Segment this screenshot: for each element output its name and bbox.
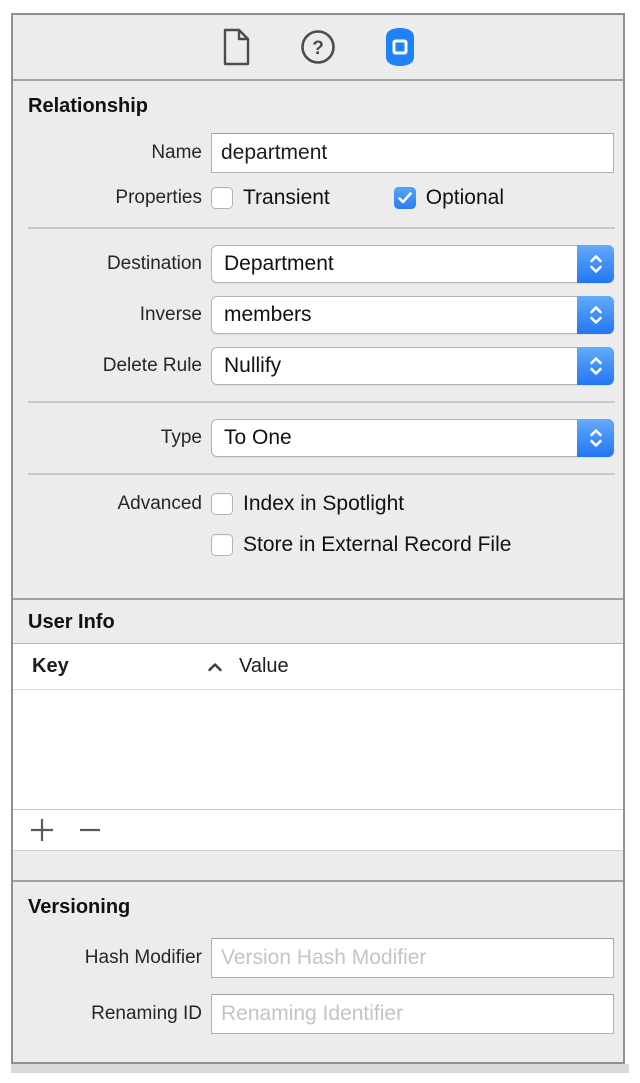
user-info-buttons — [13, 809, 623, 850]
advanced-row-2: Store in External Record File — [13, 532, 623, 558]
delete-rule-value: Nullify — [212, 354, 577, 378]
panel-bottom-shadow — [11, 1064, 629, 1073]
question-mark-circle-icon: ? — [300, 29, 336, 65]
destination-row: Destination Department — [13, 245, 623, 283]
data-model-inspector-panel: ? Relationship Name Properties — [11, 13, 625, 1064]
advanced-row-1: Advanced Index in Spotlight — [13, 491, 623, 517]
divider — [28, 401, 615, 403]
user-info-table-header: Key Value — [13, 643, 623, 690]
delete-rule-popup[interactable]: Nullify — [211, 347, 614, 385]
destination-value: Department — [212, 252, 577, 276]
versioning-section-title: Versioning — [13, 882, 623, 918]
inspector-tab-bar: ? — [13, 15, 623, 81]
name-label: Name — [13, 142, 211, 164]
index-in-spotlight-checkbox[interactable] — [211, 493, 233, 515]
document-icon — [221, 28, 251, 66]
renaming-id-label: Renaming ID — [13, 1003, 211, 1025]
user-info-table-body[interactable] — [13, 690, 623, 809]
quick-help-inspector-tab[interactable]: ? — [296, 25, 340, 69]
add-row-button[interactable] — [25, 815, 59, 845]
minus-icon — [79, 817, 101, 843]
value-column-header[interactable]: Value — [225, 655, 623, 678]
hash-modifier-label: Hash Modifier — [13, 947, 211, 969]
delete-rule-label: Delete Rule — [13, 355, 211, 377]
store-external-record-label: Store in External Record File — [243, 533, 511, 557]
checkmark-icon — [398, 192, 412, 204]
delete-rule-row: Delete Rule Nullify — [13, 347, 623, 385]
optional-label: Optional — [426, 186, 504, 210]
popup-chevrons-icon — [577, 347, 614, 385]
popup-chevrons-icon — [577, 296, 614, 334]
transient-label: Transient — [243, 186, 330, 210]
svg-text:?: ? — [312, 38, 324, 59]
section-spacer — [13, 850, 623, 882]
user-info-title: User Info — [13, 611, 115, 633]
remove-row-button[interactable] — [73, 815, 107, 845]
advanced-label: Advanced — [13, 493, 211, 515]
renaming-id-input[interactable] — [211, 994, 614, 1034]
properties-label: Properties — [13, 187, 211, 209]
hash-modifier-input[interactable] — [211, 938, 614, 978]
name-input[interactable] — [211, 133, 614, 173]
plus-icon — [29, 817, 55, 843]
optional-checkbox[interactable] — [394, 187, 416, 209]
inverse-label: Inverse — [13, 304, 211, 326]
renaming-id-row: Renaming ID — [13, 994, 623, 1034]
divider — [28, 227, 615, 229]
type-label: Type — [13, 427, 211, 449]
transient-checkbox[interactable] — [211, 187, 233, 209]
destination-label: Destination — [13, 253, 211, 275]
key-column-header[interactable]: Key — [13, 655, 225, 678]
inverse-row: Inverse members — [13, 296, 623, 334]
relationship-section-title: Relationship — [13, 81, 623, 117]
sort-ascending-icon — [207, 662, 223, 672]
store-external-record-checkbox[interactable] — [211, 534, 233, 556]
file-inspector-tab[interactable] — [214, 25, 258, 69]
hash-modifier-row: Hash Modifier — [13, 938, 623, 978]
properties-row: Properties Transient Optional — [13, 185, 623, 211]
inverse-value: members — [212, 303, 577, 327]
inverse-popup[interactable]: members — [211, 296, 614, 334]
type-popup[interactable]: To One — [211, 419, 614, 457]
destination-popup[interactable]: Department — [211, 245, 614, 283]
type-row: Type To One — [13, 419, 623, 457]
data-model-inspector-icon — [383, 27, 417, 67]
name-row: Name — [13, 133, 623, 173]
popup-chevrons-icon — [577, 245, 614, 283]
data-model-inspector-tab[interactable] — [378, 25, 422, 69]
value-column-label: Value — [239, 655, 289, 677]
divider — [28, 473, 615, 475]
popup-chevrons-icon — [577, 419, 614, 457]
key-column-label: Key — [32, 655, 69, 678]
versioning-section: Versioning Hash Modifier Renaming ID — [13, 882, 623, 1034]
user-info-header: User Info — [13, 598, 623, 643]
index-in-spotlight-label: Index in Spotlight — [243, 492, 404, 516]
inspector-panel-screenshot: ? Relationship Name Properties — [0, 0, 640, 1083]
relationship-section: Relationship Name Properties Transient O… — [13, 81, 623, 558]
type-value: To One — [212, 426, 577, 450]
